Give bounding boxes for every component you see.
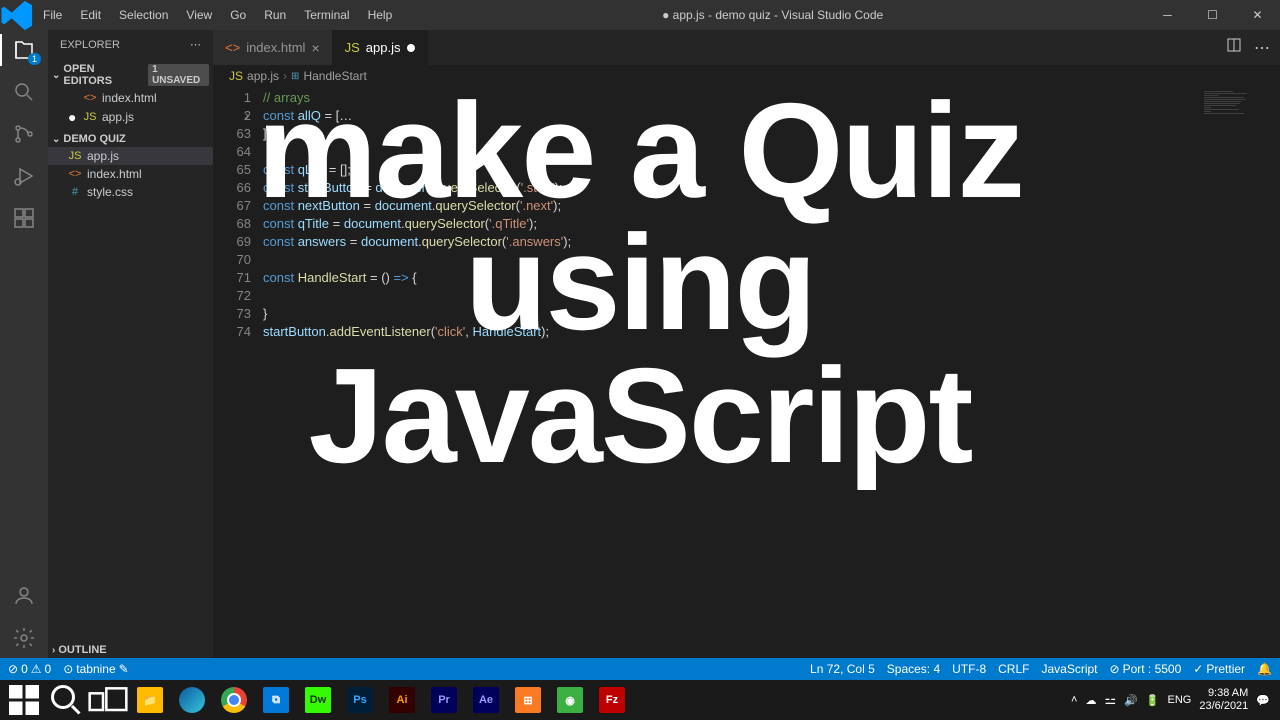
chevron-down-icon: ⌄ bbox=[52, 134, 60, 145]
status-errors[interactable]: ⊘ 0 ⚠ 0 bbox=[8, 662, 51, 676]
titlebar: FileEditSelectionViewGoRunTerminalHelp ●… bbox=[0, 0, 1280, 30]
project-file-item[interactable]: #style.css bbox=[48, 183, 213, 201]
tray-chevron-icon[interactable]: ˄ bbox=[1071, 694, 1077, 706]
menu-run[interactable]: Run bbox=[256, 4, 294, 26]
minimize-button[interactable]: ─ bbox=[1145, 0, 1190, 30]
window-controls: ─ ☐ ✕ bbox=[1145, 0, 1280, 30]
editor-tabs: <>index.html×JSapp.js ⋯ bbox=[213, 30, 1280, 65]
project-file-item[interactable]: <>index.html bbox=[48, 165, 213, 183]
menu-go[interactable]: Go bbox=[222, 4, 254, 26]
menu-file[interactable]: File bbox=[35, 4, 70, 26]
windows-taskbar: 📁 ⧉ Dw Ps Ai Pr Ae ⊞ ◉ Fz ˄ ☁ ⚍ 🔊 🔋 ENG … bbox=[0, 680, 1280, 720]
status-encoding[interactable]: UTF-8 bbox=[952, 662, 986, 676]
status-port[interactable]: ⊘ Port : 5500 bbox=[1110, 662, 1182, 676]
search-icon[interactable] bbox=[12, 80, 36, 104]
start-button[interactable] bbox=[4, 682, 44, 718]
outline-header[interactable]: › OUTLINE bbox=[48, 642, 213, 658]
menu-bar: FileEditSelectionViewGoRunTerminalHelp bbox=[35, 4, 400, 26]
modified-dot-icon bbox=[407, 44, 415, 52]
open-editors-header[interactable]: ⌄ OPEN EDITORS 1 UNSAVED bbox=[48, 61, 213, 89]
taskbar-search-icon[interactable] bbox=[46, 682, 86, 718]
modified-indicator: ● bbox=[68, 109, 78, 125]
sidebar-more-icon[interactable]: ⋯ bbox=[190, 38, 201, 51]
extensions-icon[interactable] bbox=[12, 206, 36, 230]
project-header[interactable]: ⌄ DEMO QUIZ bbox=[48, 131, 213, 147]
sidebar-title: EXPLORER bbox=[60, 39, 120, 51]
more-actions-icon[interactable]: ⋯ bbox=[1254, 38, 1270, 58]
chevron-right-icon: › bbox=[52, 645, 55, 656]
debug-icon[interactable] bbox=[12, 164, 36, 188]
aftereffects-icon[interactable]: Ae bbox=[466, 682, 506, 718]
vscode-taskbar-icon[interactable]: ⧉ bbox=[256, 682, 296, 718]
editor-area: <>index.html×JSapp.js ⋯ JS app.js › ⊞ Ha… bbox=[213, 30, 1280, 658]
editor-tab[interactable]: <>index.html× bbox=[213, 30, 333, 65]
activity-bar: 1 bbox=[0, 30, 48, 658]
breadcrumb[interactable]: JS app.js › ⊞ HandleStart bbox=[213, 65, 1280, 87]
menu-terminal[interactable]: Terminal bbox=[296, 4, 357, 26]
status-prettier[interactable]: ✓ Prettier bbox=[1193, 662, 1245, 676]
menu-selection[interactable]: Selection bbox=[111, 4, 176, 26]
premiere-icon[interactable]: Pr bbox=[424, 682, 464, 718]
js-file-icon: JS bbox=[68, 150, 82, 162]
tray-battery-icon[interactable]: 🔋 bbox=[1146, 694, 1160, 707]
html-file-icon: <> bbox=[225, 40, 240, 55]
menu-view[interactable]: View bbox=[178, 4, 220, 26]
editor-tab[interactable]: JSapp.js bbox=[333, 30, 428, 65]
maximize-button[interactable]: ☐ bbox=[1190, 0, 1235, 30]
photoshop-icon[interactable]: Ps bbox=[340, 682, 380, 718]
split-editor-icon[interactable] bbox=[1226, 37, 1242, 58]
edge-icon[interactable] bbox=[172, 682, 212, 718]
explorer-icon[interactable]: 1 bbox=[12, 38, 36, 62]
window-title: ● app.js - demo quiz - Visual Studio Cod… bbox=[400, 8, 1145, 22]
source-control-icon[interactable] bbox=[12, 122, 36, 146]
status-bar: ⊘ 0 ⚠ 0 ⊙ tabnine ✎ Ln 72, Col 5 Spaces:… bbox=[0, 658, 1280, 680]
fold-icon[interactable]: › bbox=[245, 107, 249, 125]
js-file-icon: JS bbox=[345, 40, 360, 55]
camtasia-icon[interactable]: ◉ bbox=[550, 682, 590, 718]
html-file-icon: <> bbox=[83, 92, 97, 104]
filezilla-icon[interactable]: Fz bbox=[592, 682, 632, 718]
notifications-icon[interactable]: 💬 bbox=[1256, 694, 1270, 707]
menu-help[interactable]: Help bbox=[360, 4, 401, 26]
status-spaces[interactable]: Spaces: 4 bbox=[887, 662, 940, 676]
js-file-icon: JS bbox=[229, 69, 243, 83]
status-tabnine[interactable]: ⊙ tabnine ✎ bbox=[63, 662, 129, 676]
close-tab-icon[interactable]: × bbox=[311, 40, 319, 56]
file-explorer-icon[interactable]: 📁 bbox=[130, 682, 170, 718]
tray-cloud-icon[interactable]: ☁ bbox=[1085, 694, 1096, 707]
explorer-badge: 1 bbox=[28, 53, 41, 65]
account-icon[interactable] bbox=[12, 584, 36, 608]
close-button[interactable]: ✕ bbox=[1235, 0, 1280, 30]
settings-icon[interactable] bbox=[12, 626, 36, 650]
unsaved-badge: 1 UNSAVED bbox=[148, 64, 209, 86]
tray-language[interactable]: ENG bbox=[1168, 694, 1192, 706]
status-language[interactable]: JavaScript bbox=[1041, 662, 1097, 676]
html-file-icon: <> bbox=[68, 168, 82, 180]
open-editor-item[interactable]: ●JSapp.js bbox=[48, 107, 213, 127]
minimap[interactable] bbox=[1200, 87, 1280, 658]
tray-volume-icon[interactable]: 🔊 bbox=[1124, 694, 1138, 707]
method-icon: ⊞ bbox=[291, 71, 299, 82]
chrome-icon[interactable] bbox=[214, 682, 254, 718]
dreamweaver-icon[interactable]: Dw bbox=[298, 682, 338, 718]
project-file-item[interactable]: JSapp.js bbox=[48, 147, 213, 165]
illustrator-icon[interactable]: Ai bbox=[382, 682, 422, 718]
open-editor-item[interactable]: <>index.html bbox=[48, 89, 213, 107]
status-notifications-icon[interactable]: 🔔 bbox=[1257, 662, 1272, 676]
css-file-icon: # bbox=[68, 186, 82, 198]
chevron-down-icon: ⌄ bbox=[52, 70, 60, 81]
vscode-logo-icon bbox=[0, 0, 35, 33]
taskbar-clock[interactable]: 9:38 AM 23/6/2021 bbox=[1199, 687, 1248, 713]
menu-edit[interactable]: Edit bbox=[72, 4, 109, 26]
sidebar: EXPLORER ⋯ ⌄ OPEN EDITORS 1 UNSAVED <>in… bbox=[48, 30, 213, 658]
xampp-icon[interactable]: ⊞ bbox=[508, 682, 548, 718]
tray-wifi-icon[interactable]: ⚍ bbox=[1104, 692, 1116, 708]
editor-content[interactable]: 12636465666768697071727374 // arrays›con… bbox=[213, 87, 1280, 658]
status-eol[interactable]: CRLF bbox=[998, 662, 1029, 676]
status-position[interactable]: Ln 72, Col 5 bbox=[810, 662, 875, 676]
taskview-icon[interactable] bbox=[88, 682, 128, 718]
js-file-icon: JS bbox=[83, 111, 97, 123]
